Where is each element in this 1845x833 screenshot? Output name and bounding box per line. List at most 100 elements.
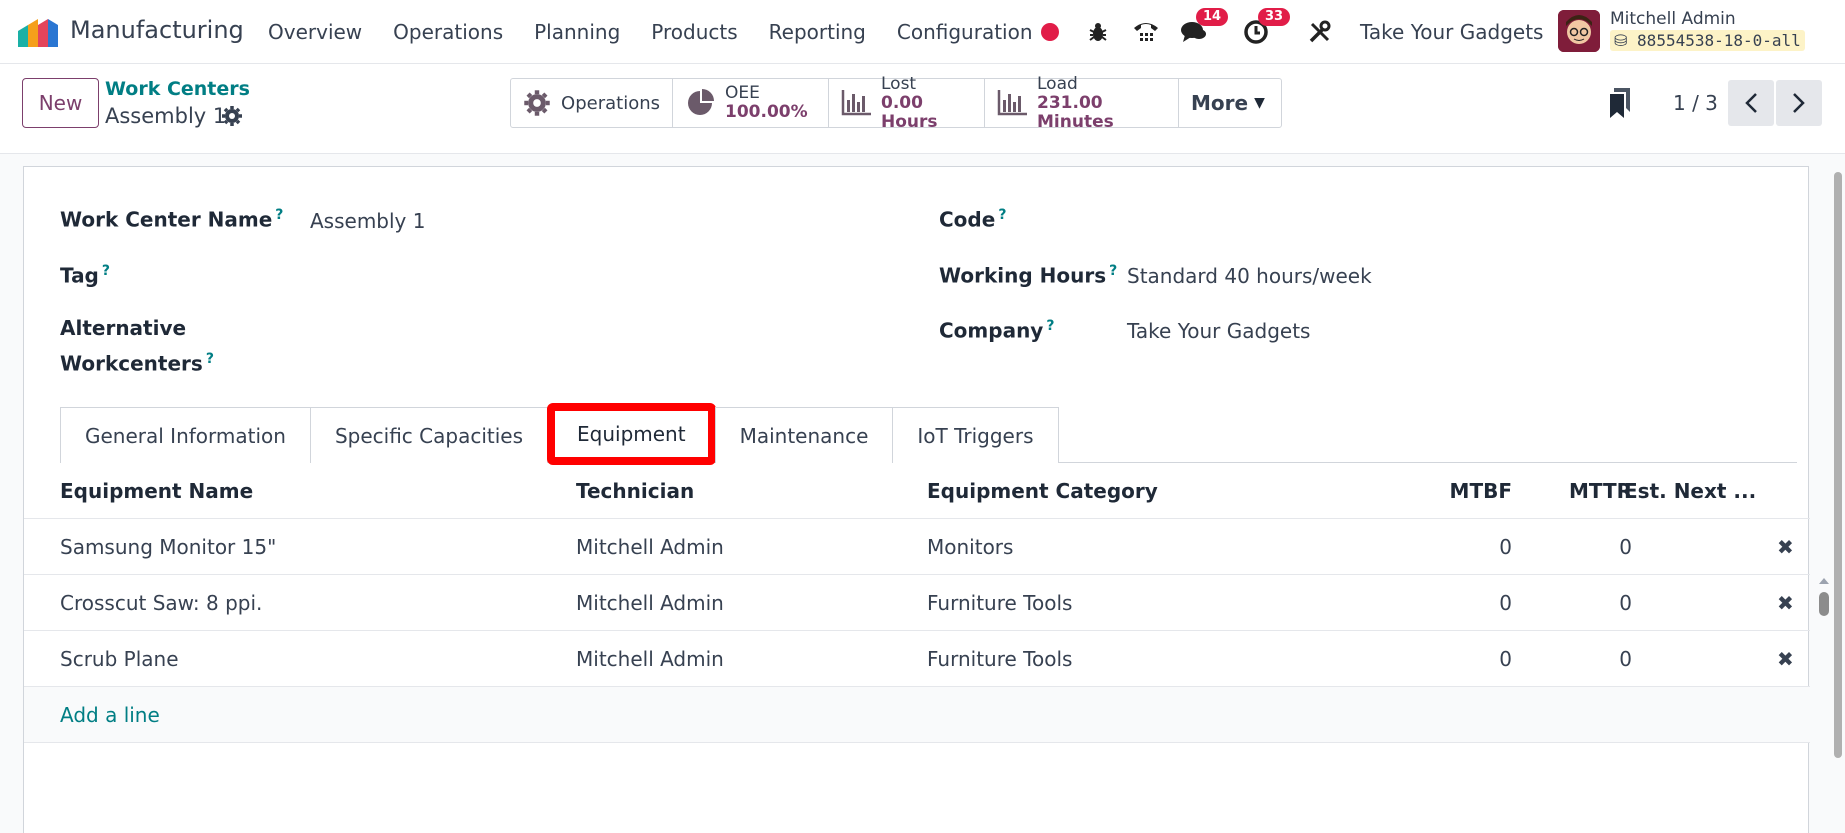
equipment-name-cell[interactable]: Samsung Monitor 15" <box>60 519 276 575</box>
add-line-link[interactable]: Add a line <box>60 703 160 727</box>
mttr-cell: 0 <box>1619 591 1632 615</box>
working-hours-label: Working Hours? <box>939 263 1117 288</box>
code-label: Code? <box>939 207 1006 232</box>
technician-cell[interactable]: Mitchell Admin <box>576 631 724 687</box>
load-label: Load <box>1037 73 1078 94</box>
work-center-name-label: Work Center Name? <box>60 207 283 232</box>
table-row[interactable]: Samsung Monitor 15" Mitchell Admin Monit… <box>24 519 1810 575</box>
work-center-name-field[interactable]: Assembly 1 <box>310 209 425 233</box>
notebook-tabs: General Information Specific Capacities … <box>60 403 1797 465</box>
column-technician[interactable]: Technician <box>576 463 694 519</box>
load-smart-button[interactable]: Load 231.00 Minutes <box>985 74 1179 131</box>
mttr-cell: 0 <box>1619 647 1632 671</box>
column-est-next[interactable]: Est. Next ... <box>1624 463 1756 519</box>
bar-chart-icon <box>841 90 871 116</box>
page-scrollbar[interactable] <box>1834 172 1842 758</box>
working-hours-field[interactable]: Standard 40 hours/week <box>1127 264 1372 288</box>
table-row[interactable]: Crosscut Saw: 8 ppi. Mitchell Admin Furn… <box>24 575 1810 631</box>
help-icon[interactable]: ? <box>275 207 283 223</box>
category-cell[interactable]: Furniture Tools <box>927 631 1072 687</box>
gear-icon <box>524 90 550 116</box>
table-row[interactable]: Scrub Plane Mitchell Admin Furniture Too… <box>24 631 1810 687</box>
load-value: 231.00 Minutes <box>1037 92 1114 132</box>
alternative-workcenters-field[interactable] <box>310 317 910 377</box>
pager-previous-button[interactable] <box>1728 80 1774 126</box>
company-label: Company? <box>939 318 1054 343</box>
help-icon[interactable]: ? <box>102 263 110 279</box>
tab-scrollbar[interactable] <box>1817 578 1831 624</box>
bookmark-icon[interactable] <box>1608 88 1632 118</box>
category-cell[interactable]: Furniture Tools <box>927 575 1072 631</box>
equipment-name-cell[interactable]: Crosscut Saw: 8 ppi. <box>60 575 262 631</box>
tab-equipment[interactable]: Equipment <box>547 403 716 465</box>
activities-button[interactable]: 33 <box>1238 8 1291 50</box>
help-icon[interactable]: ? <box>1046 318 1054 334</box>
more-dropdown[interactable]: More ▼ <box>1179 79 1281 127</box>
mtbf-cell: 0 <box>1499 591 1512 615</box>
lost-smart-button[interactable]: Lost 0.00 Hours <box>829 74 985 131</box>
operations-smart-button[interactable]: Operations <box>511 79 673 127</box>
delete-row-icon[interactable]: ✖ <box>1777 519 1794 575</box>
bug-icon <box>1089 23 1107 41</box>
top-navbar: Manufacturing Overview Operations Planni… <box>0 0 1845 64</box>
column-equipment-category[interactable]: Equipment Category <box>927 463 1158 519</box>
code-field[interactable] <box>1127 203 1787 235</box>
menu-reporting[interactable]: Reporting <box>769 20 866 44</box>
phone-icon <box>1134 23 1158 41</box>
menu-configuration[interactable]: Configuration <box>897 20 1033 44</box>
chevron-left-icon <box>1745 93 1757 113</box>
phone-button[interactable] <box>1128 14 1164 50</box>
equipment-name-cell[interactable]: Scrub Plane <box>60 631 179 687</box>
messages-badge: 14 <box>1196 8 1229 26</box>
breadcrumb-work-centers[interactable]: Work Centers <box>105 78 250 100</box>
pager-next-button[interactable] <box>1776 80 1822 126</box>
tag-field[interactable] <box>310 259 910 291</box>
tag-label-text: Tag <box>60 263 99 288</box>
pager-value[interactable]: 1 / 3 <box>1673 91 1718 115</box>
recording-indicator[interactable] <box>1032 14 1068 50</box>
operations-label: Operations <box>561 92 660 114</box>
technician-cell[interactable]: Mitchell Admin <box>576 575 724 631</box>
help-icon[interactable]: ? <box>1109 263 1117 279</box>
activities-badge: 33 <box>1258 8 1291 26</box>
company-field[interactable]: Take Your Gadgets <box>1127 319 1310 343</box>
oee-smart-button[interactable]: OEE 100.00% <box>673 79 829 127</box>
record-title: Assembly 1 <box>105 104 227 128</box>
menu-planning[interactable]: Planning <box>534 20 620 44</box>
tab-specific-capacities[interactable]: Specific Capacities <box>309 407 548 463</box>
help-icon[interactable]: ? <box>206 351 214 367</box>
gear-icon[interactable] <box>221 105 243 127</box>
form-sheet: Work Center Name? Assembly 1 Tag? Altern… <box>23 166 1829 833</box>
column-mtbf[interactable]: MTBF <box>1404 463 1512 519</box>
help-icon[interactable]: ? <box>998 207 1006 223</box>
tools-button[interactable] <box>1302 14 1338 50</box>
manufacturing-app-icon[interactable] <box>18 17 58 47</box>
systray: 14 33 <box>1032 8 1350 50</box>
tab-iot-triggers[interactable]: IoT Triggers <box>892 407 1059 463</box>
messages-button[interactable]: 14 <box>1176 8 1229 50</box>
lost-label: Lost <box>881 73 917 94</box>
working-hours-label-text: Working Hours <box>939 263 1107 288</box>
column-mttr[interactable]: MTTR <box>1524 463 1632 519</box>
database-name: ⛁ 88554538-18-0-all <box>1610 30 1805 51</box>
category-cell[interactable]: Monitors <box>927 519 1013 575</box>
red-dot-icon <box>1041 23 1059 41</box>
column-equipment-name[interactable]: Equipment Name <box>60 463 253 519</box>
delete-row-icon[interactable]: ✖ <box>1777 631 1794 687</box>
tab-general-information[interactable]: General Information <box>60 407 311 463</box>
avatar-image <box>1558 10 1600 52</box>
app-name[interactable]: Manufacturing <box>70 16 244 44</box>
tab-maintenance[interactable]: Maintenance <box>714 407 894 463</box>
debug-button[interactable] <box>1080 14 1116 50</box>
menu-products[interactable]: Products <box>651 20 737 44</box>
company-switcher[interactable]: Take Your Gadgets <box>1360 20 1543 44</box>
user-name[interactable]: Mitchell Admin <box>1610 9 1736 29</box>
new-button[interactable]: New <box>22 78 99 128</box>
control-panel: New Work Centers Assembly 1 Operations O… <box>0 64 1845 154</box>
menu-operations[interactable]: Operations <box>393 20 503 44</box>
alternative-label-line1: Alternative <box>60 316 187 340</box>
menu-overview[interactable]: Overview <box>268 20 362 44</box>
delete-row-icon[interactable]: ✖ <box>1777 575 1794 631</box>
user-avatar[interactable] <box>1558 10 1600 52</box>
technician-cell[interactable]: Mitchell Admin <box>576 519 724 575</box>
